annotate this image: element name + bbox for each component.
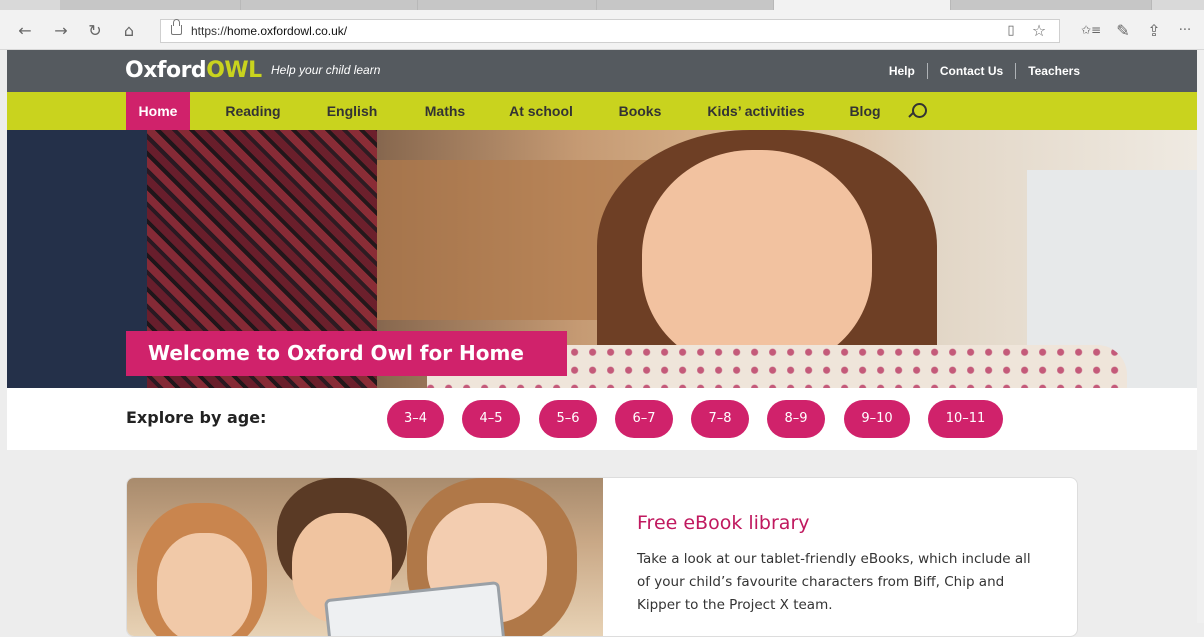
lock-icon bbox=[171, 19, 182, 35]
site-header: OxfordOWL Help your child learn Help Con… bbox=[7, 50, 1197, 92]
forward-arrow-icon[interactable]: → bbox=[50, 19, 72, 41]
link-divider bbox=[1015, 63, 1017, 79]
nav-english[interactable]: English bbox=[316, 92, 388, 130]
url-prefix: https:// bbox=[191, 24, 228, 38]
explore-label: Explore by age: bbox=[126, 408, 267, 427]
url-host: home.oxfordowl.co.uk/ bbox=[227, 24, 348, 38]
browser-tab-strip bbox=[0, 0, 1204, 10]
age-8-9-button[interactable]: 8–9 bbox=[767, 400, 825, 438]
browser-toolbar: ← → ↻ ⌂ https://home.oxfordowl.co.uk/ ▯ … bbox=[0, 10, 1204, 50]
link-divider bbox=[926, 63, 928, 79]
age-5-6-button[interactable]: 5–6 bbox=[539, 400, 597, 438]
nav-maths[interactable]: Maths bbox=[412, 92, 478, 130]
home-icon[interactable]: ⌂ bbox=[118, 19, 140, 41]
more-icon[interactable]: ··· bbox=[1174, 19, 1196, 41]
children-reading-photo bbox=[127, 478, 603, 636]
browser-tab[interactable] bbox=[418, 0, 597, 10]
card-title[interactable]: Free eBook library bbox=[637, 512, 810, 534]
favorites-list-icon[interactable]: ✩≡ bbox=[1080, 19, 1102, 41]
browser-tab[interactable] bbox=[951, 0, 1152, 10]
age-10-11-button[interactable]: 10–11 bbox=[928, 400, 1003, 438]
age-3-4-button[interactable]: 3–4 bbox=[387, 400, 444, 438]
nav-kids-activities[interactable]: Kids’ activities bbox=[697, 92, 815, 130]
pen-icon[interactable]: ✎ bbox=[1112, 19, 1134, 41]
logo-owl: OWL bbox=[206, 58, 262, 83]
hero-photo-girl-face bbox=[642, 150, 872, 370]
photo-child-face bbox=[157, 533, 252, 636]
age-9-10-button[interactable]: 9–10 bbox=[844, 400, 910, 438]
main-nav: Home Reading English Maths At school Boo… bbox=[7, 92, 1197, 130]
ebook-library-card[interactable]: Free eBook library Take a look at our ta… bbox=[126, 477, 1078, 637]
logo-oxford: Oxford bbox=[125, 58, 207, 83]
nav-home[interactable]: Home bbox=[126, 92, 190, 130]
age-7-8-button[interactable]: 7–8 bbox=[691, 400, 749, 438]
explore-by-age: Explore by age: 3–4 4–5 5–6 6–7 7–8 8–9 … bbox=[7, 388, 1197, 450]
browser-tab[interactable] bbox=[597, 0, 774, 10]
tagline: Help your child learn bbox=[271, 63, 381, 77]
nav-at-school[interactable]: At school bbox=[501, 92, 581, 130]
contact-us-link[interactable]: Contact Us bbox=[940, 64, 1003, 79]
teachers-link[interactable]: Teachers bbox=[1028, 64, 1080, 79]
share-icon[interactable]: ⇪ bbox=[1143, 19, 1165, 41]
age-6-7-button[interactable]: 6–7 bbox=[615, 400, 673, 438]
reading-view-icon[interactable]: ▯ bbox=[1000, 19, 1022, 41]
refresh-icon[interactable]: ↻ bbox=[84, 19, 106, 41]
age-4-5-button[interactable]: 4–5 bbox=[462, 400, 520, 438]
nav-books[interactable]: Books bbox=[607, 92, 673, 130]
browser-tab[interactable] bbox=[241, 0, 418, 10]
page-scrollbar[interactable] bbox=[1197, 50, 1204, 623]
address-bar[interactable]: https://home.oxfordowl.co.uk/ bbox=[160, 19, 1060, 43]
hero-banner: Welcome to Oxford Owl for Home bbox=[7, 130, 1197, 388]
nav-blog[interactable]: Blog bbox=[839, 92, 891, 130]
card-description: Take a look at our tablet-friendly eBook… bbox=[637, 551, 1031, 613]
nav-reading[interactable]: Reading bbox=[215, 92, 291, 130]
help-link[interactable]: Help bbox=[889, 64, 915, 79]
back-arrow-icon[interactable]: ← bbox=[14, 19, 36, 41]
search-icon[interactable] bbox=[912, 103, 927, 118]
browser-tab[interactable] bbox=[60, 0, 241, 10]
top-links: Help Contact Us Teachers bbox=[889, 63, 1080, 79]
browser-tab-active[interactable] bbox=[774, 0, 951, 10]
welcome-banner: Welcome to Oxford Owl for Home bbox=[126, 331, 567, 376]
oxford-owl-logo[interactable]: OxfordOWL bbox=[125, 58, 262, 84]
star-icon[interactable]: ☆ bbox=[1028, 19, 1050, 41]
